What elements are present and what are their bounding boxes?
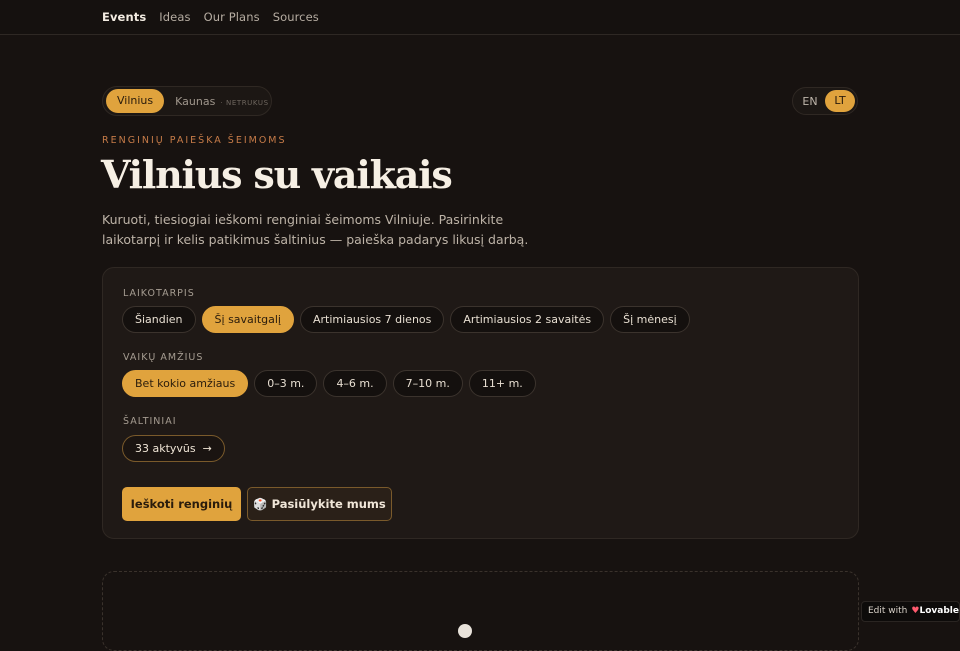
period-chip-weekend[interactable]: Šį savaitgalį — [201, 306, 294, 333]
loading-indicator-icon — [458, 624, 472, 638]
age-chip-7-10[interactable]: 7–10 m. — [392, 370, 463, 397]
sources-row: 33 aktyvūs → — [122, 435, 225, 462]
period-chip-today[interactable]: Šiandien — [122, 306, 196, 333]
language-toggle: EN LT — [792, 87, 858, 115]
age-chip-11-plus[interactable]: 11+ m. — [468, 370, 536, 397]
edit-with-lovable-badge[interactable]: Edit with ♥Lovable — [861, 601, 960, 622]
top-navigation: Events Ideas Our Plans Sources — [0, 0, 960, 35]
period-label: LAIKOTARPIS — [123, 288, 195, 299]
nav-item-sources[interactable]: Sources — [273, 10, 319, 24]
active-sources-button[interactable]: 33 aktyvūs → — [122, 435, 225, 462]
sources-label: ŠALTINIAI — [123, 416, 177, 427]
arrow-right-icon: → — [202, 442, 212, 455]
age-chip-0-3[interactable]: 0–3 m. — [254, 370, 318, 397]
age-chip-4-6[interactable]: 4–6 m. — [323, 370, 387, 397]
period-chip-2-weeks[interactable]: Artimiausios 2 savaitės — [450, 306, 605, 333]
period-chip-7-days[interactable]: Artimiausios 7 dienos — [300, 306, 445, 333]
period-options: Šiandien Šį savaitgalį Artimiausios 7 di… — [122, 306, 690, 333]
coming-soon-badge: · NETRUKUS — [220, 98, 269, 107]
lang-lt-button[interactable]: LT — [825, 90, 855, 112]
age-chip-any[interactable]: Bet kokio amžiaus — [122, 370, 249, 397]
badge-brand: Lovable — [919, 606, 959, 616]
nav-item-our-plans[interactable]: Our Plans — [204, 10, 260, 24]
suggest-button-label: Pasiūlykite mums — [271, 497, 386, 511]
dice-icon: 🎲 — [253, 497, 268, 511]
nav-item-ideas[interactable]: Ideas — [159, 10, 190, 24]
suggest-button[interactable]: 🎲 Pasiūlykite mums — [247, 487, 392, 521]
city-toggle: Vilnius Kaunas · NETRUKUS — [102, 86, 272, 116]
lang-en-button[interactable]: EN — [795, 95, 825, 108]
nav-item-events[interactable]: Events — [102, 10, 146, 24]
search-filter-panel: LAIKOTARPIS Šiandien Šį savaitgalį Artim… — [102, 267, 859, 539]
period-chip-month[interactable]: Šį mėnesį — [610, 306, 690, 333]
city-kaunas-button[interactable]: Kaunas · NETRUKUS — [175, 95, 269, 108]
city-kaunas-label: Kaunas — [175, 94, 216, 108]
active-sources-count: 33 aktyvūs — [135, 442, 196, 455]
badge-prefix: Edit with — [868, 606, 908, 616]
city-vilnius-button[interactable]: Vilnius — [106, 89, 165, 113]
hero-eyebrow: RENGINIŲ PAIEŠKA ŠEIMOMS — [102, 135, 287, 146]
nav-links: Events Ideas Our Plans Sources — [102, 10, 319, 24]
age-options: Bet kokio amžiaus 0–3 m. 4–6 m. 7–10 m. … — [122, 370, 536, 397]
hero-description: Kuruoti, tiesiogiai ieškomi renginiai še… — [102, 212, 529, 247]
results-placeholder — [102, 571, 859, 651]
age-label: VAIKŲ AMŽIUS — [123, 352, 204, 363]
search-events-button[interactable]: Ieškoti renginių — [122, 487, 241, 521]
page-title: Vilnius su vaikais — [101, 152, 453, 197]
